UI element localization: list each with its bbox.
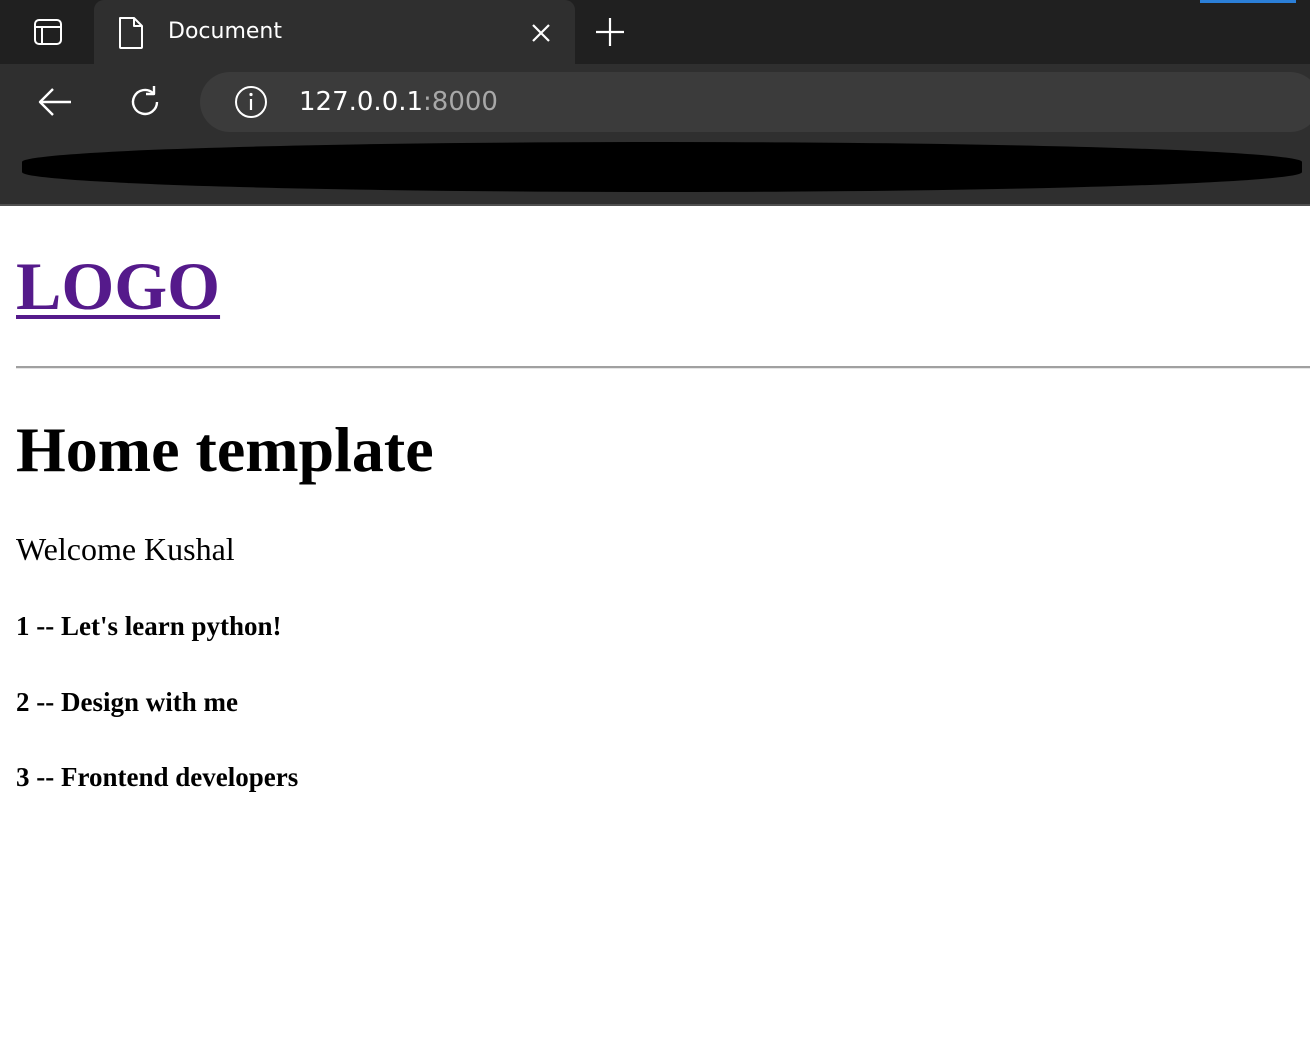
redaction-bar <box>22 142 1302 192</box>
logo-link[interactable]: LOGO <box>16 248 220 324</box>
page-content: LOGO Home template Welcome Kushal 1 -- L… <box>0 206 1310 1060</box>
back-button[interactable] <box>30 80 80 124</box>
plus-icon <box>596 18 624 46</box>
address-bar[interactable]: 127.0.0.1:8000 <box>200 72 1310 132</box>
reload-icon <box>131 86 159 116</box>
reload-button[interactable] <box>120 80 170 124</box>
url-port: :8000 <box>423 87 498 117</box>
list-item: 3 -- Frontend developers <box>16 762 299 792</box>
url-host: 127.0.0.1 <box>299 87 424 117</box>
tab-strip: Document <box>0 0 1310 64</box>
page-title: Home template <box>16 414 434 485</box>
list-item: 1 -- Let's learn python! <box>16 611 282 641</box>
info-icon[interactable] <box>234 85 268 119</box>
tab-actions-button[interactable] <box>22 12 74 52</box>
window-accent-strip <box>1200 0 1296 3</box>
list-item: 2 -- Design with me <box>16 686 238 717</box>
active-tab[interactable]: Document <box>94 0 575 64</box>
url-text[interactable]: 127.0.0.1:8000 <box>299 86 498 118</box>
navigation-toolbar: 127.0.0.1:8000 <box>0 64 1310 140</box>
new-tab-button[interactable] <box>590 12 630 52</box>
favorites-bar <box>0 140 1310 204</box>
tab-actions-icon <box>34 19 62 45</box>
page-icon <box>119 17 143 49</box>
welcome-message: Welcome Kushal <box>16 531 235 567</box>
back-arrow-icon <box>38 88 71 116</box>
tab-title: Document <box>168 19 282 44</box>
course-list: 1 -- Let's learn python! 2 -- Design wit… <box>16 608 298 835</box>
close-icon[interactable] <box>528 20 554 46</box>
horizontal-rule <box>16 366 1310 369</box>
